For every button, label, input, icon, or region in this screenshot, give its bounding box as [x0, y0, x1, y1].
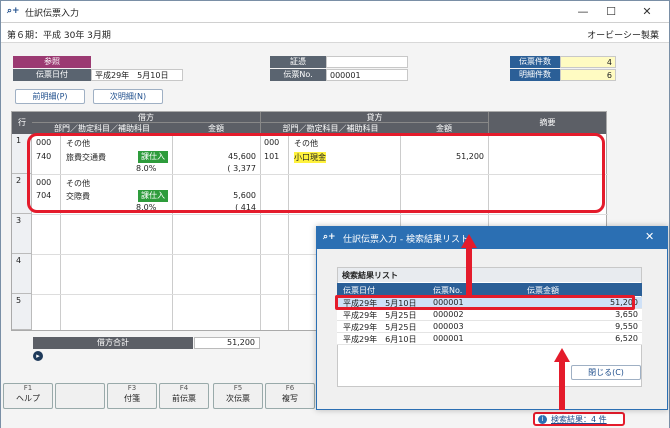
arrow-shaft-up-2 [559, 360, 565, 410]
voucher-count-value: 4 [560, 56, 616, 68]
summary-header: 摘要 [488, 112, 606, 134]
search-result-dialog: ⌕+ 仕訳伝票入力 - 検索結果リスト ✕ 検索結果リスト 伝票日付 伝票No.… [316, 226, 668, 410]
credit-header: 貸方 [260, 112, 488, 123]
result-row[interactable]: 平成29年 5月25日 000002 3,650 [337, 309, 642, 321]
search-result-link[interactable]: i 検索結果：4 件 [533, 412, 625, 426]
info-icon: i [538, 415, 547, 424]
period-bar: 第６期：平成 30年 3月期 オービーシー製菓 [1, 23, 669, 43]
voucher-count-label: 伝票件数 [510, 56, 560, 68]
prev-detail-button[interactable]: 前明細(P) [15, 89, 85, 104]
close-icon[interactable]: ✕ [637, 4, 657, 20]
voucher-no-label: 伝票No. [270, 69, 326, 81]
company-name: オービーシー製菓 [587, 31, 659, 41]
f6-copy-button[interactable]: F6 複写 [265, 383, 315, 409]
row-number: 4 [12, 254, 32, 294]
result-row[interactable]: 平成29年 5月25日 000003 9,550 [337, 321, 642, 333]
maximize-icon[interactable]: ☐ [601, 4, 621, 20]
close-dialog-button[interactable]: 閉じる(C) [571, 365, 641, 380]
row-number: 3 [12, 214, 32, 254]
f1-help-button[interactable]: F1 ヘルプ [3, 383, 53, 409]
window-title: 仕訳伝票入力 [25, 9, 80, 19]
voucher-no-field[interactable]: 000001 [326, 69, 408, 81]
arrow-shaft-up [466, 246, 472, 296]
arrow-up-icon [554, 348, 570, 362]
detail-count-label: 明細件数 [510, 69, 560, 81]
next-detail-button[interactable]: 次明細(N) [93, 89, 163, 104]
dialog-close-icon[interactable]: ✕ [645, 230, 654, 243]
f3-sticky-button[interactable]: F3 付箋 [107, 383, 157, 409]
f2-button[interactable] [55, 383, 105, 409]
evidence-field[interactable] [326, 56, 408, 68]
row-header: 行 [12, 112, 32, 134]
status-bar: i 検索結果：4 件 [1, 411, 669, 428]
debit-header: 借方 [32, 112, 260, 123]
title-bar: ⌕+ 仕訳伝票入力 — ☐ ✕ [1, 1, 669, 23]
highlight-frame [27, 133, 605, 213]
app-search-icon: ⌕+ [7, 6, 20, 16]
f5-next-voucher-button[interactable]: F5 次伝票 [213, 383, 263, 409]
search-result-text: 検索結果：4 件 [551, 415, 607, 424]
arrow-up-icon [461, 234, 477, 248]
period-label: 第６期：平成 30年 3月期 [7, 31, 111, 41]
dialog-title-bar: ⌕+ 仕訳伝票入力 - 検索結果リスト ✕ [317, 227, 667, 249]
debit-total-label: 借方合計 [33, 337, 193, 349]
row-number: 5 [12, 294, 32, 330]
voucher-date-label: 伝票日付 [13, 69, 91, 81]
selected-row-highlight [335, 295, 635, 310]
dialog-app-icon: ⌕+ [323, 232, 336, 242]
expand-icon[interactable]: ▸ [33, 351, 43, 361]
detail-count-value: 6 [560, 69, 616, 81]
reference-badge: 参照 [13, 56, 91, 68]
dialog-title: 仕訳伝票入力 - 検索結果リスト [343, 235, 469, 245]
voucher-date-field[interactable]: 平成29年 5月10日 [91, 69, 183, 81]
debit-total-value: 51,200 [194, 337, 260, 349]
f4-prev-voucher-button[interactable]: F4 前伝票 [159, 383, 209, 409]
result-row[interactable]: 平成29年 6月10日 000001 6,520 [337, 333, 642, 345]
minimize-icon[interactable]: — [573, 4, 593, 20]
evidence-label: 証憑 [270, 56, 326, 68]
result-list-title: 検索結果リスト [338, 268, 641, 282]
